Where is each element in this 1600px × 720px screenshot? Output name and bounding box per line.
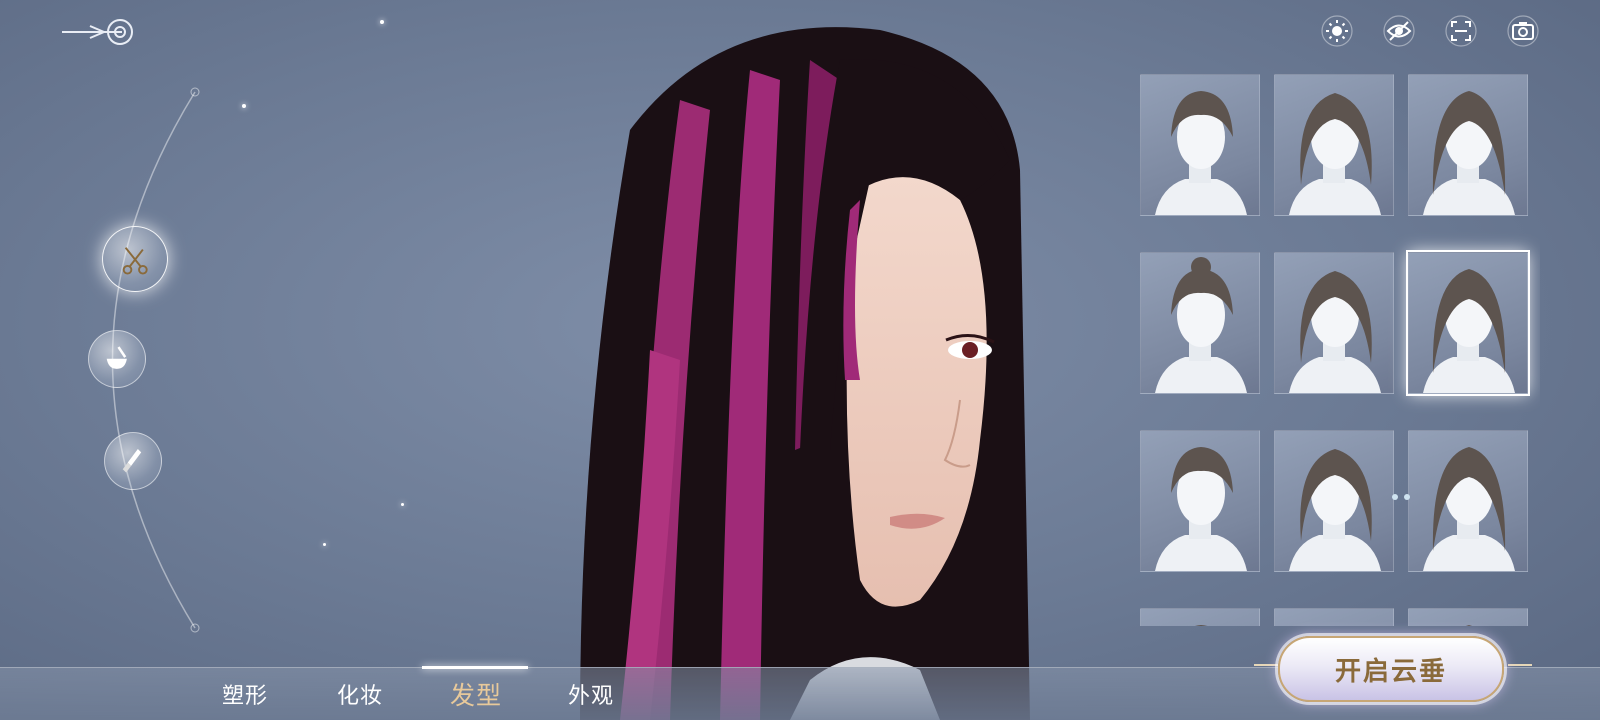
side-button-scissors[interactable] — [102, 226, 168, 292]
mannequin-head-icon — [1155, 447, 1247, 571]
dye-bowl-icon — [106, 346, 128, 370]
mannequin-head-icon — [1423, 269, 1515, 393]
mannequin-head-icon — [1289, 93, 1381, 215]
sun-icon[interactable] — [1318, 12, 1356, 50]
side-button-dye[interactable] — [88, 330, 146, 388]
primary-action-group: 开启云垂 — [1254, 634, 1532, 704]
side-button-brush[interactable] — [104, 432, 162, 490]
hair-style-grid — [1140, 74, 1540, 626]
mannequin-head-icon — [1275, 609, 1393, 626]
start-yunchui-button[interactable]: 开启云垂 — [1278, 636, 1504, 702]
eye-off-icon[interactable] — [1380, 12, 1418, 50]
hair-style-option[interactable] — [1408, 608, 1528, 626]
background-sparkle — [401, 503, 404, 506]
hair-style-option[interactable] — [1140, 608, 1260, 626]
background-sparkle — [380, 20, 384, 24]
tab-shape[interactable]: 塑形 — [222, 678, 268, 710]
camera-icon[interactable] — [1504, 12, 1542, 50]
tab-hairstyle[interactable]: 发型 — [450, 676, 502, 712]
hair-style-option[interactable] — [1274, 74, 1394, 216]
mannequin-head-icon — [1289, 271, 1381, 393]
scissors-icon — [122, 246, 148, 275]
hair-style-option[interactable] — [1140, 252, 1260, 394]
scroll-indicator — [1392, 494, 1410, 500]
brush-icon — [122, 449, 142, 473]
fullscreen-icon[interactable] — [1442, 12, 1480, 50]
mannequin-head-icon — [1155, 91, 1247, 215]
hair-style-option[interactable] — [1408, 74, 1528, 216]
mannequin-head-icon — [1289, 449, 1381, 571]
button-decoration-right — [1508, 664, 1532, 666]
back-logo-icon[interactable] — [60, 12, 140, 52]
hair-style-option[interactable] — [1406, 250, 1530, 396]
hair-style-option[interactable] — [1140, 74, 1260, 216]
tab-makeup[interactable]: 化妆 — [337, 678, 383, 710]
active-tab-indicator — [422, 666, 528, 669]
hair-style-option[interactable] — [1274, 252, 1394, 394]
hair-style-option[interactable] — [1274, 608, 1394, 626]
mannequin-head-icon — [1155, 257, 1247, 393]
mannequin-head-icon — [1195, 625, 1208, 626]
hair-style-option[interactable] — [1408, 430, 1528, 572]
character-preview[interactable] — [560, 20, 1120, 720]
tab-appearance[interactable]: 外观 — [568, 678, 614, 710]
background-sparkle — [323, 543, 326, 546]
hair-style-option[interactable] — [1274, 430, 1394, 572]
top-toolbar — [1318, 12, 1542, 50]
hair-style-option[interactable] — [1140, 430, 1260, 572]
mannequin-head-icon — [1423, 447, 1515, 571]
mannequin-head-icon — [1466, 625, 1472, 626]
button-decoration-left — [1254, 664, 1278, 666]
mannequin-head-icon — [1423, 91, 1515, 215]
